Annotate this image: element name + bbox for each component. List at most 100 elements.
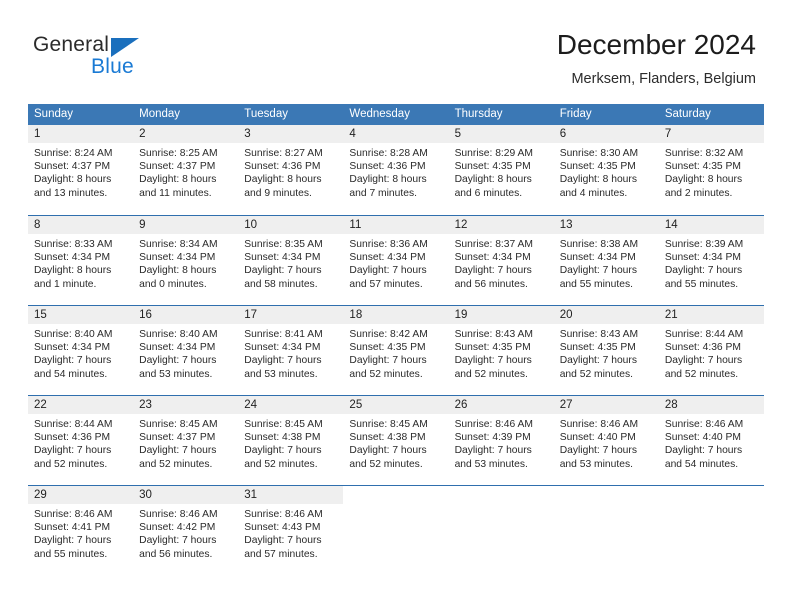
sunrise-text: Sunrise: 8:46 AM: [664, 419, 744, 430]
daylight-text-line2: and 58 minutes.: [244, 278, 318, 290]
daylight-text-line1: Daylight: 7 hours: [349, 445, 427, 457]
day-number: 22: [28, 396, 134, 414]
day-details: Sunrise: 8:36 AM Sunset: 4:34 PM Dayligh…: [343, 234, 448, 291]
daylight-text-line2: and 55 minutes.: [664, 278, 739, 290]
day-cell[interactable]: 25 Sunrise: 8:45 AM Sunset: 4:38 PM Dayl…: [343, 396, 449, 485]
sunset-text: Sunset: 4:34 PM: [454, 252, 531, 264]
day-details: Sunrise: 8:34 AM Sunset: 4:34 PM Dayligh…: [133, 234, 238, 291]
sunrise-text: Sunrise: 8:39 AM: [664, 239, 744, 250]
day-cell[interactable]: 21 Sunrise: 8:44 AM Sunset: 4:36 PM Dayl…: [658, 306, 764, 395]
sunset-text: Sunset: 4:34 PM: [349, 252, 426, 264]
day-cell[interactable]: 18 Sunrise: 8:42 AM Sunset: 4:35 PM Dayl…: [343, 306, 449, 395]
daylight-text-line2: and 52 minutes.: [244, 458, 318, 470]
daylight-text-line1: Daylight: 7 hours: [139, 535, 217, 547]
day-number: 8: [28, 216, 134, 234]
sunset-text: Sunset: 4:34 PM: [139, 342, 216, 354]
day-cell[interactable]: 31 Sunrise: 8:46 AM Sunset: 4:43 PM Dayl…: [238, 486, 344, 575]
day-cell[interactable]: 9 Sunrise: 8:34 AM Sunset: 4:34 PM Dayli…: [133, 216, 239, 305]
day-cell[interactable]: 11 Sunrise: 8:36 AM Sunset: 4:34 PM Dayl…: [343, 216, 449, 305]
day-cell[interactable]: 26 Sunrise: 8:46 AM Sunset: 4:39 PM Dayl…: [448, 396, 554, 485]
daylight-text-line1: Daylight: 7 hours: [34, 445, 112, 457]
day-cell[interactable]: 20 Sunrise: 8:43 AM Sunset: 4:35 PM Dayl…: [553, 306, 659, 395]
daylight-text-line2: and 9 minutes.: [244, 187, 312, 199]
daylight-text-line1: Daylight: 7 hours: [349, 265, 427, 277]
day-cell[interactable]: 28 Sunrise: 8:46 AM Sunset: 4:40 PM Dayl…: [658, 396, 764, 485]
general-blue-logo[interactable]: General Blue: [33, 33, 213, 81]
day-number: 9: [133, 216, 239, 234]
daylight-text-line2: and 11 minutes.: [139, 187, 212, 199]
day-details: Sunrise: 8:44 AM Sunset: 4:36 PM Dayligh…: [659, 324, 764, 381]
sunset-text: Sunset: 4:36 PM: [349, 161, 426, 173]
sunset-text: Sunset: 4:41 PM: [34, 522, 111, 534]
sunrise-text: Sunrise: 8:24 AM: [34, 148, 113, 159]
day-cell[interactable]: 22 Sunrise: 8:44 AM Sunset: 4:36 PM Dayl…: [28, 396, 134, 485]
week-row: 22 Sunrise: 8:44 AM Sunset: 4:36 PM Dayl…: [28, 395, 764, 485]
day-cell[interactable]: 12 Sunrise: 8:37 AM Sunset: 4:34 PM Dayl…: [448, 216, 554, 305]
day-details: Sunrise: 8:29 AM Sunset: 4:35 PM Dayligh…: [449, 143, 554, 200]
sunrise-text: Sunrise: 8:36 AM: [349, 239, 428, 250]
daylight-text-line2: and 52 minutes.: [349, 458, 423, 470]
day-cell[interactable]: 1 Sunrise: 8:24 AM Sunset: 4:37 PM Dayli…: [28, 125, 134, 215]
day-cell[interactable]: 29 Sunrise: 8:46 AM Sunset: 4:41 PM Dayl…: [28, 486, 134, 575]
day-details: Sunrise: 8:46 AM Sunset: 4:41 PM Dayligh…: [28, 504, 133, 561]
day-cell[interactable]: 23 Sunrise: 8:45 AM Sunset: 4:37 PM Dayl…: [133, 396, 239, 485]
day-details: Sunrise: 8:46 AM Sunset: 4:40 PM Dayligh…: [659, 414, 764, 471]
day-cell[interactable]: 15 Sunrise: 8:40 AM Sunset: 4:34 PM Dayl…: [28, 306, 134, 395]
day-cell[interactable]: 10 Sunrise: 8:35 AM Sunset: 4:34 PM Dayl…: [238, 216, 344, 305]
day-cell[interactable]: 7 Sunrise: 8:32 AM Sunset: 4:35 PM Dayli…: [658, 125, 764, 215]
day-cell[interactable]: 13 Sunrise: 8:38 AM Sunset: 4:34 PM Dayl…: [553, 216, 659, 305]
day-cell[interactable]: 3 Sunrise: 8:27 AM Sunset: 4:36 PM Dayli…: [238, 125, 344, 215]
day-details: Sunrise: 8:28 AM Sunset: 4:36 PM Dayligh…: [343, 143, 448, 200]
day-cell[interactable]: 4 Sunrise: 8:28 AM Sunset: 4:36 PM Dayli…: [343, 125, 449, 215]
daylight-text-line1: Daylight: 7 hours: [664, 265, 743, 277]
day-number: 11: [343, 216, 449, 234]
daylight-text-line1: Daylight: 7 hours: [34, 535, 112, 547]
sunrise-text: Sunrise: 8:27 AM: [244, 148, 323, 159]
daylight-text-line1: Daylight: 8 hours: [559, 174, 637, 186]
day-cell[interactable]: 14 Sunrise: 8:39 AM Sunset: 4:34 PM Dayl…: [658, 216, 764, 305]
sunrise-text: Sunrise: 8:44 AM: [664, 329, 744, 340]
daylight-text-line1: Daylight: 7 hours: [139, 355, 217, 367]
day-cell[interactable]: 6 Sunrise: 8:30 AM Sunset: 4:35 PM Dayli…: [553, 125, 659, 215]
day-details: Sunrise: 8:32 AM Sunset: 4:35 PM Dayligh…: [659, 143, 764, 200]
daylight-text-line2: and 53 minutes.: [139, 368, 213, 380]
sunrise-text: Sunrise: 8:45 AM: [349, 419, 428, 430]
day-number: 19: [448, 306, 554, 324]
sunrise-text: Sunrise: 8:38 AM: [559, 239, 639, 250]
day-number: 18: [343, 306, 449, 324]
day-number: 12: [448, 216, 554, 234]
day-cell[interactable]: 8 Sunrise: 8:33 AM Sunset: 4:34 PM Dayli…: [28, 216, 134, 305]
day-details: Sunrise: 8:24 AM Sunset: 4:37 PM Dayligh…: [28, 143, 133, 200]
sunset-text: Sunset: 4:38 PM: [349, 432, 426, 444]
daylight-text-line2: and 52 minutes.: [454, 368, 528, 380]
daylight-text-line1: Daylight: 8 hours: [454, 174, 532, 186]
daylight-text-line1: Daylight: 7 hours: [454, 355, 532, 367]
day-cell[interactable]: 2 Sunrise: 8:25 AM Sunset: 4:37 PM Dayli…: [133, 125, 239, 215]
day-cell[interactable]: 17 Sunrise: 8:41 AM Sunset: 4:34 PM Dayl…: [238, 306, 344, 395]
sunrise-text: Sunrise: 8:40 AM: [34, 329, 113, 340]
day-number: 5: [448, 125, 554, 143]
daylight-text-line2: and 2 minutes.: [664, 187, 733, 199]
sunset-text: Sunset: 4:36 PM: [244, 161, 321, 173]
day-details: Sunrise: 8:40 AM Sunset: 4:34 PM Dayligh…: [28, 324, 133, 381]
sunrise-text: Sunrise: 8:46 AM: [559, 419, 639, 430]
weekday-header-row: Sunday Monday Tuesday Wednesday Thursday…: [28, 104, 764, 125]
day-number: 6: [553, 125, 659, 143]
daylight-text-line2: and 54 minutes.: [664, 458, 739, 470]
day-number: 3: [238, 125, 344, 143]
sunset-text: Sunset: 4:36 PM: [664, 342, 741, 354]
day-cell[interactable]: 27 Sunrise: 8:46 AM Sunset: 4:40 PM Dayl…: [553, 396, 659, 485]
day-details: Sunrise: 8:35 AM Sunset: 4:34 PM Dayligh…: [238, 234, 343, 291]
day-cell-empty: [554, 486, 659, 575]
day-details: Sunrise: 8:43 AM Sunset: 4:35 PM Dayligh…: [554, 324, 659, 381]
day-cell[interactable]: 16 Sunrise: 8:40 AM Sunset: 4:34 PM Dayl…: [133, 306, 239, 395]
calendar-page: General Blue December 2024 Merksem, Flan…: [0, 0, 792, 612]
day-cell-empty: [449, 486, 554, 575]
day-cell[interactable]: 30 Sunrise: 8:46 AM Sunset: 4:42 PM Dayl…: [133, 486, 239, 575]
day-cell[interactable]: 24 Sunrise: 8:45 AM Sunset: 4:38 PM Dayl…: [238, 396, 344, 485]
sunset-text: Sunset: 4:34 PM: [34, 342, 111, 354]
day-cell[interactable]: 19 Sunrise: 8:43 AM Sunset: 4:35 PM Dayl…: [448, 306, 554, 395]
day-number: 15: [28, 306, 134, 324]
day-cell[interactable]: 5 Sunrise: 8:29 AM Sunset: 4:35 PM Dayli…: [448, 125, 554, 215]
daylight-text-line1: Daylight: 7 hours: [244, 535, 322, 547]
